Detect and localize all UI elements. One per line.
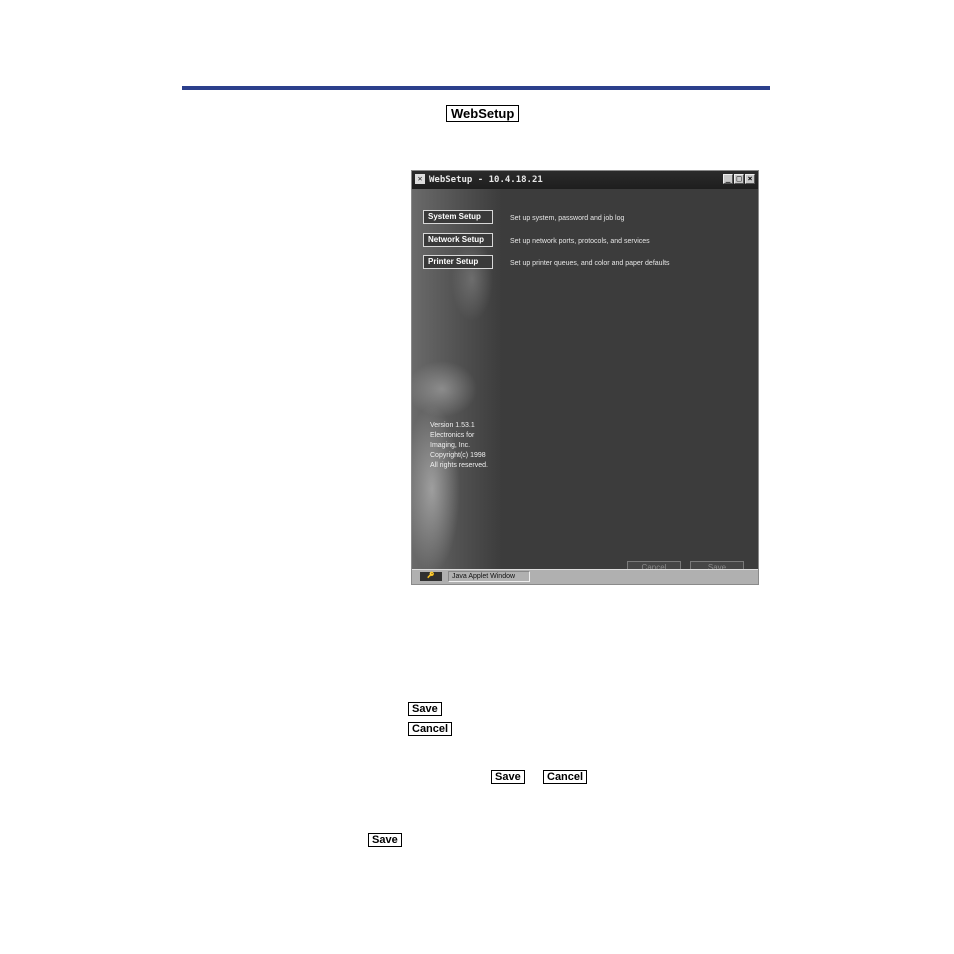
cancel-key-label: Cancel (543, 770, 588, 784)
network-setup-button[interactable]: Network Setup (423, 233, 493, 247)
printer-setup-button[interactable]: Printer Setup (423, 255, 493, 269)
key-icon: 🔑 (420, 572, 442, 581)
close-icon[interactable]: × (745, 174, 755, 184)
applet-client-area: System Setup Set up system, password and… (412, 189, 758, 575)
printer-setup-description: Set up printer queues, and color and pap… (510, 260, 670, 267)
status-bar: 🔑 Java Applet Window (412, 569, 758, 584)
system-setup-description: Set up system, password and job log (510, 215, 625, 222)
header-rule (182, 86, 770, 90)
version-line: Version 1.53.1 (430, 422, 475, 429)
version-info: Version 1.53.1 Electronics for Imaging, … (430, 421, 488, 471)
save-key-label: Save (368, 833, 402, 847)
version-line: Electronics for (430, 432, 475, 439)
websetup-window: ✕ WebSetup - 10.4.18.21 _ □ × System Set… (411, 170, 759, 585)
save-key-label: Save (491, 770, 525, 784)
network-icon: ✕ (415, 174, 425, 184)
minimize-icon[interactable]: _ (723, 174, 733, 184)
window-controls: _ □ × (723, 174, 755, 184)
websetup-key-label: WebSetup (446, 105, 520, 122)
maximize-icon[interactable]: □ (734, 174, 744, 184)
title-bar[interactable]: ✕ WebSetup - 10.4.18.21 _ □ × (412, 171, 758, 189)
network-setup-description: Set up network ports, protocols, and ser… (510, 238, 650, 245)
cancel-key-label: Cancel (408, 722, 453, 736)
window-title: WebSetup - 10.4.18.21 (429, 175, 543, 185)
status-text: Java Applet Window (448, 571, 530, 582)
version-line: Copyright(c) 1998 (430, 452, 486, 459)
system-setup-button[interactable]: System Setup (423, 210, 493, 224)
version-line: Imaging, Inc. (430, 442, 471, 449)
save-key-label: Save (408, 702, 442, 716)
version-line: All rights reserved. (430, 462, 488, 469)
